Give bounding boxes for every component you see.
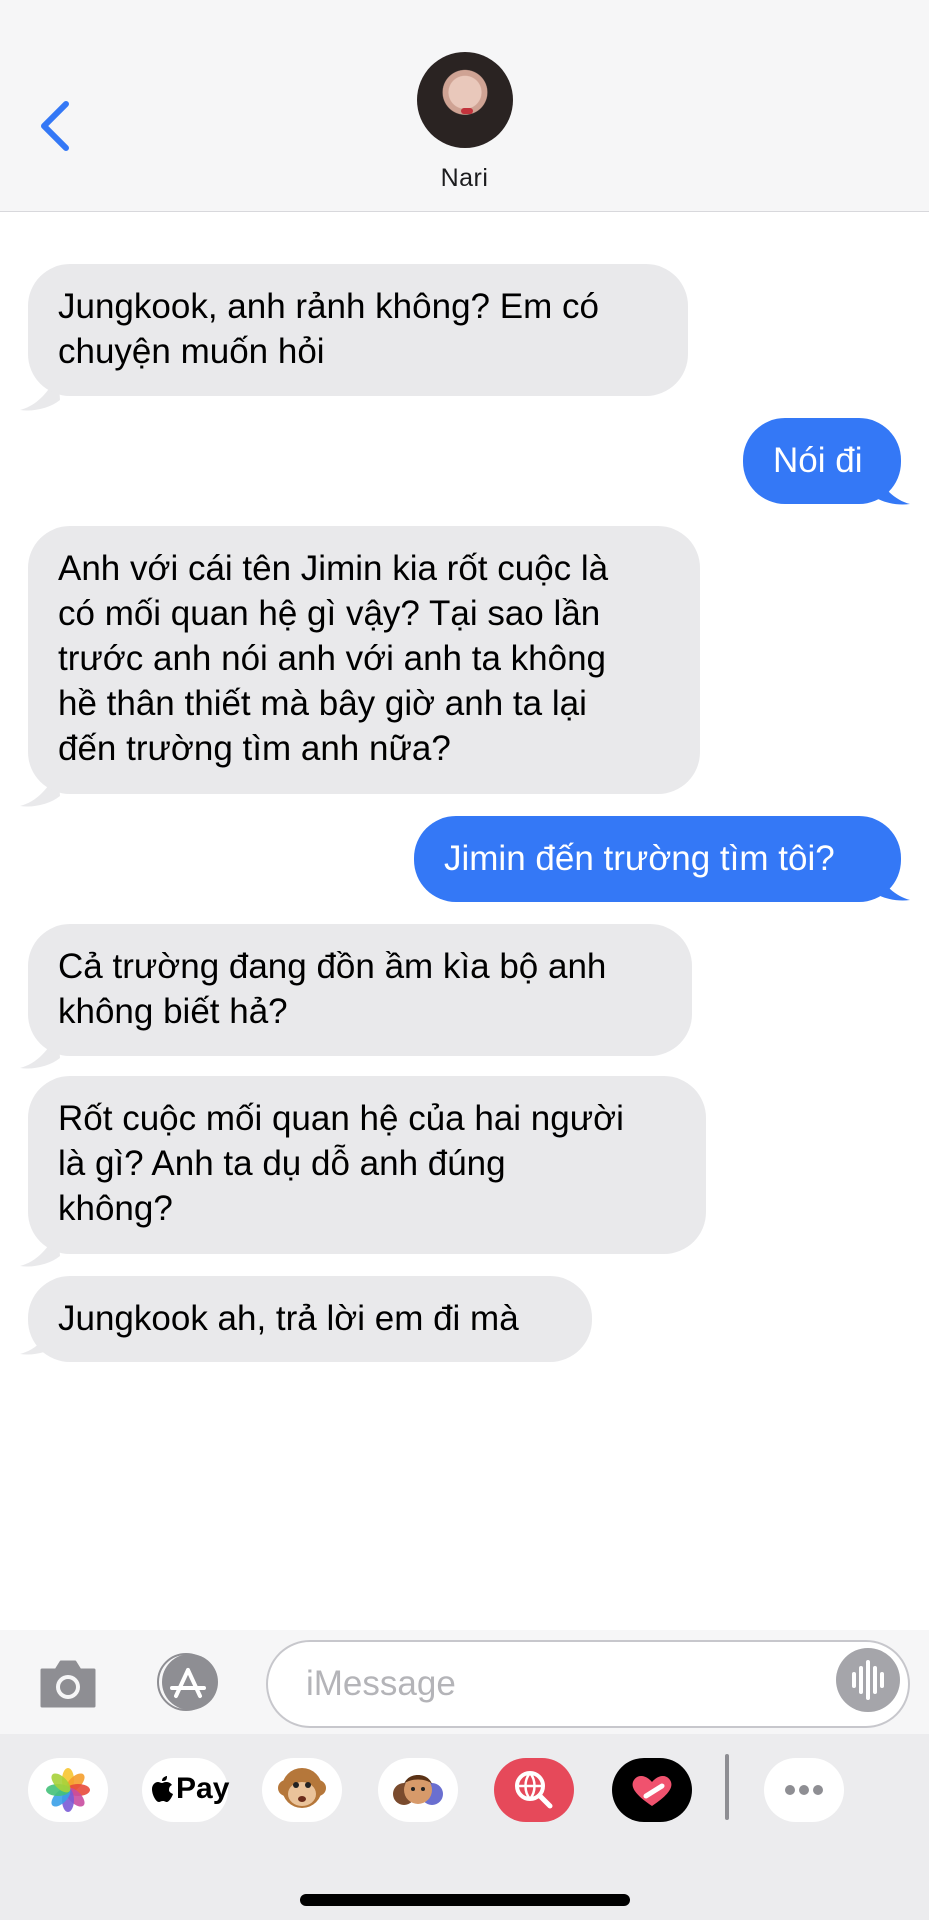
- more-apps-button[interactable]: [764, 1758, 844, 1822]
- app-store-button[interactable]: [150, 1652, 228, 1712]
- message-list[interactable]: Jungkook, anh rảnh không? Em có chuyện m…: [0, 212, 929, 1630]
- back-button[interactable]: [36, 96, 76, 156]
- apple-pay-button[interactable]: Pay: [142, 1758, 230, 1822]
- apple-logo-icon: [152, 1776, 173, 1802]
- more-dots-icon: [785, 1785, 823, 1795]
- audio-waveform-icon: [852, 1660, 884, 1700]
- message-bubble-incoming[interactable]: Cả trường đang đồn ầm kìa bộ anh không b…: [28, 924, 692, 1056]
- message-bubble-incoming[interactable]: Jungkook ah, trả lời em đi mà: [28, 1276, 592, 1362]
- heart-touch-icon: [632, 1776, 672, 1806]
- app-store-icon: [157, 1653, 218, 1711]
- message-bubble-incoming[interactable]: Jungkook, anh rảnh không? Em có chuyện m…: [28, 264, 688, 396]
- camera-button[interactable]: [38, 1658, 98, 1710]
- contact-avatar[interactable]: [417, 52, 513, 148]
- memoji-stickers-button[interactable]: [378, 1758, 458, 1822]
- globe-search-icon: [515, 1771, 553, 1809]
- photos-icon: [46, 1768, 90, 1812]
- message-input[interactable]: [266, 1640, 910, 1728]
- home-indicator[interactable]: [300, 1894, 630, 1906]
- animoji-button[interactable]: [262, 1758, 342, 1822]
- message-bubble-outgoing[interactable]: Jimin đến trường tìm tôi?: [414, 816, 901, 902]
- camera-icon: [40, 1660, 96, 1708]
- audio-message-button[interactable]: [836, 1648, 900, 1712]
- photos-app-button[interactable]: [28, 1758, 108, 1822]
- app-drawer: Pay: [0, 1734, 929, 1920]
- app-drawer-divider: [725, 1754, 729, 1820]
- message-bubble-outgoing[interactable]: Nói đi: [743, 418, 901, 504]
- digital-touch-button[interactable]: [612, 1758, 692, 1822]
- conversation-header: Nari: [0, 0, 929, 212]
- contact-name[interactable]: Nari: [0, 164, 929, 193]
- images-search-button[interactable]: [494, 1758, 574, 1822]
- message-bubble-incoming[interactable]: Rốt cuộc mối quan hệ của hai người là gì…: [28, 1076, 706, 1254]
- chevron-left-icon: [41, 101, 69, 151]
- message-bubble-incoming[interactable]: Anh với cái tên Jimin kia rốt cuộc là có…: [28, 526, 700, 794]
- monkey-icon: [278, 1768, 326, 1808]
- memoji-stickers-icon: [393, 1775, 443, 1805]
- compose-bar: [0, 1630, 929, 1734]
- apple-pay-label: Pay: [176, 1772, 230, 1805]
